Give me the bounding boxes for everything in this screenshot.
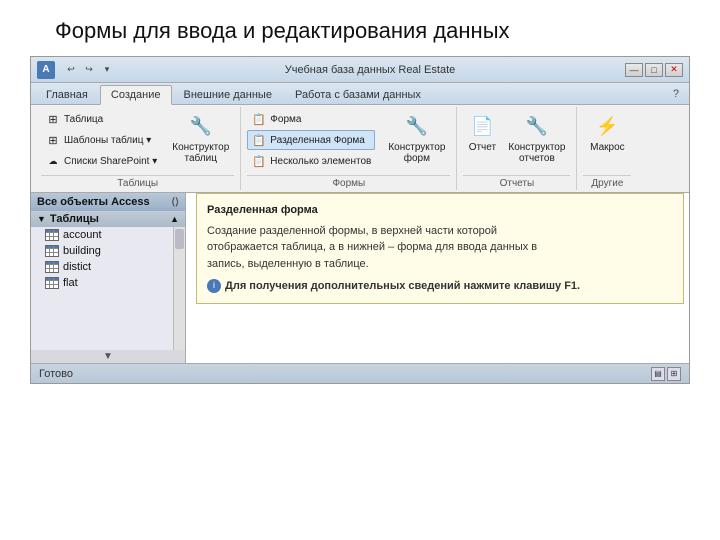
list-item[interactable]: building [31,243,173,259]
tooltip-hint: i Для получения дополнительных сведений … [207,278,673,295]
minimize-button[interactable]: — [625,63,643,77]
status-text: Готово [39,368,73,380]
list-item[interactable]: flat [31,275,173,291]
status-view-icon-2[interactable]: ⊞ [667,367,681,381]
tooltip-body: Создание разделенной формы, в верхней ча… [207,223,673,273]
ribbon-group-tables-label: Таблицы [41,175,234,190]
redo-button[interactable]: ↪ [81,62,97,78]
nav-header-arrows-icon: ⟨⟩ [171,197,179,208]
split-form-button[interactable]: 📋 Разделенная Форма [247,130,375,150]
ribbon-group-forms: 📋 Форма 📋 Разделенная Форма 📋 Несколько … [241,107,457,190]
close-button[interactable]: ✕ [665,63,683,77]
tooltip-popup: Разделенная форма Создание разделенной ф… [196,193,684,304]
table-row-icon [45,229,59,241]
access-window: A ↩ ↪ ▾ Учебная база данных Real Estate … [30,56,690,384]
nav-section-menu-icon: ▲ [170,214,179,224]
ribbon-group-other: ⚡ Макрос Другие [577,107,637,190]
form-designer-icon: 🔧 [403,112,431,140]
report-designer-icon: 🔧 [523,112,551,140]
report-designer-button[interactable]: 🔧 Конструкторотчетов [503,109,570,167]
ribbon-group-forms-label: Формы [247,175,450,190]
nav-scroll-down[interactable]: ▼ [31,350,185,363]
macro-button[interactable]: ⚡ Макрос [585,109,630,156]
title-bar: A ↩ ↪ ▾ Учебная база данных Real Estate … [31,57,689,83]
quick-access-dropdown[interactable]: ▾ [99,62,115,78]
table-templates-button[interactable]: ⊞ Шаблоны таблиц ▾ [41,130,161,150]
app-icon: A [37,61,55,79]
ribbon-group-reports-label: Отчеты [463,175,570,190]
ribbon-tabs: Главная Создание Внешние данные Работа с… [31,83,689,105]
window-title: Учебная база данных Real Estate [285,64,456,76]
status-bar: Готово ▤ ⊞ [31,363,689,383]
split-form-icon: 📋 [251,132,267,148]
undo-button[interactable]: ↩ [63,62,79,78]
nav-items: account building [31,227,185,350]
tab-create[interactable]: Создание [100,85,172,105]
table-templates-icon: ⊞ [45,132,61,148]
page-title: Формы для ввода и редактирования данных [0,0,720,56]
ribbon-group-reports: 📄 Отчет 🔧 Конструкторотчетов Отчеты [457,107,577,190]
status-view-icon-1[interactable]: ▤ [651,367,665,381]
macro-icon: ⚡ [593,112,621,140]
table-button[interactable]: ⊞ Таблица [41,109,161,129]
main-area: Разделенная форма Создание разделенной ф… [186,193,689,363]
tooltip-title: Разделенная форма [207,202,673,219]
ribbon: ⊞ Таблица ⊞ Шаблоны таблиц ▾ ☁ Списки Sh… [31,105,689,193]
content-area: Все объекты Access ⟨⟩ ▼ Таблицы ▲ acc [31,193,689,363]
nav-section-expand-icon: ▼ [37,214,46,224]
maximize-button[interactable]: □ [645,63,663,77]
tab-home[interactable]: Главная [35,85,99,104]
table-row-icon [45,277,59,289]
multiple-items-icon: 📋 [251,153,267,169]
nav-scrollbar[interactable] [173,227,185,350]
report-icon: 📄 [468,112,496,140]
tab-database[interactable]: Работа с базами данных [284,85,432,104]
tab-external[interactable]: Внешние данные [173,85,283,104]
nav-pane-header[interactable]: Все объекты Access ⟨⟩ [31,193,185,211]
table-designer-button[interactable]: 🔧 Конструктортаблиц [167,109,234,167]
ribbon-help-icon[interactable]: ? [667,85,685,104]
ribbon-group-tables: ⊞ Таблица ⊞ Шаблоны таблиц ▾ ☁ Списки Sh… [35,107,241,190]
list-item[interactable]: distict [31,259,173,275]
hint-info-icon: i [207,279,221,293]
table-designer-icon: 🔧 [187,112,215,140]
table-row-icon [45,245,59,257]
form-designer-button[interactable]: 🔧 Конструкторформ [383,109,450,167]
table-row-icon [45,261,59,273]
report-button[interactable]: 📄 Отчет [463,109,501,156]
table-icon: ⊞ [45,111,61,127]
multiple-items-button[interactable]: 📋 Несколько элементов [247,151,375,171]
form-button[interactable]: 📋 Форма [247,109,375,129]
ribbon-group-other-label: Другие [583,175,631,190]
list-item[interactable]: account [31,227,173,243]
nav-section-header[interactable]: ▼ Таблицы ▲ [31,211,185,227]
sharepoint-icon: ☁ [45,153,61,169]
nav-pane: Все объекты Access ⟨⟩ ▼ Таблицы ▲ acc [31,193,186,363]
form-icon: 📋 [251,111,267,127]
sharepoint-button[interactable]: ☁ Списки SharePoint ▾ [41,151,161,171]
hint-text: Для получения дополнительных сведений на… [225,278,580,295]
